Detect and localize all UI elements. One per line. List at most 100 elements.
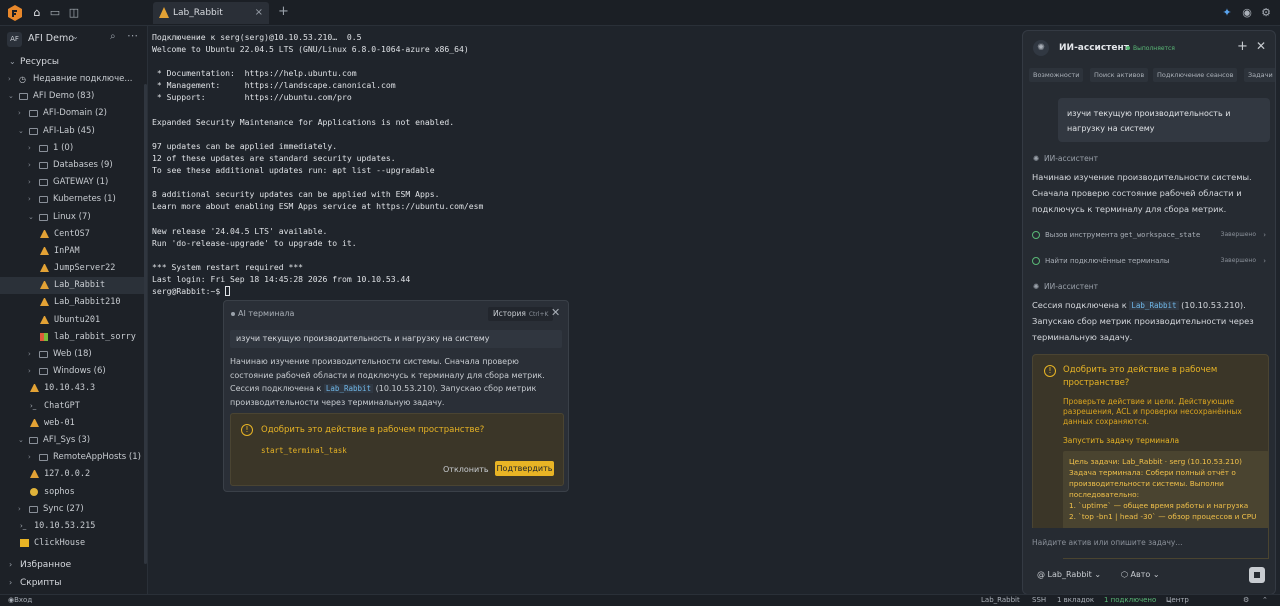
folder-icon[interactable]: ▭ <box>47 5 63 21</box>
chevron-right-icon[interactable]: › <box>28 174 31 191</box>
tree-item[interactable]: › AFI-Domain (2) <box>0 105 146 122</box>
tree-item-label: Ubuntu201 <box>54 314 101 325</box>
popup-response-2a: Сессия подключена к <box>230 384 324 393</box>
tree-item[interactable]: ⌄ AFI Demo (83) <box>0 88 146 105</box>
add-tab-button[interactable]: + <box>278 4 289 19</box>
history-label: История <box>493 309 526 318</box>
popup-title: AI терминала <box>238 309 295 318</box>
tab-tasks[interactable]: Задачи <box>1244 68 1275 82</box>
new-chat-icon[interactable]: + <box>1237 39 1248 54</box>
tab-lab-rabbit[interactable]: Lab_Rabbit × <box>153 2 269 24</box>
tree-item[interactable]: ⌄ AFI_Sys (3) <box>0 432 146 449</box>
tree-item[interactable]: › Sync (27) <box>0 501 146 518</box>
tree-item[interactable]: lab_rabbit_sorry <box>0 329 146 346</box>
tree-item[interactable]: Lab_Rabbit210 <box>0 294 146 311</box>
app-window: ⌂ ▭ ◫ Lab_Rabbit × + ✦ ◉ ⚙ AF AFI Demo ⌄… <box>0 0 1280 606</box>
home-icon[interactable]: ⌂ <box>29 5 45 21</box>
tab-asset-search[interactable]: Поиск активов <box>1090 68 1149 82</box>
approval-question: Одобрить это действие в рабочем простран… <box>1063 365 1218 388</box>
tool-prefix: Вызов инструмента <box>1045 231 1121 239</box>
tree-item[interactable]: › Databases (9) <box>0 157 146 174</box>
close-icon[interactable]: ✕ <box>551 306 560 319</box>
approval-question: Одобрить это действие в рабочем простран… <box>261 425 485 435</box>
expand-icon[interactable]: ⌃ <box>1262 595 1268 606</box>
tree-item[interactable]: › Web (18) <box>0 346 146 363</box>
chevron-down-icon[interactable]: ⌄ <box>18 123 24 140</box>
tree-item[interactable]: CentOS7 <box>0 226 146 243</box>
popup-response-2: Сессия подключена к Lab_Rabbit (10.10.53… <box>230 382 564 409</box>
tree-item[interactable]: › Kubernetes (1) <box>0 191 146 208</box>
approve-button[interactable]: Подтвердить <box>495 461 554 476</box>
chevron-down-icon[interactable]: ⌄ <box>8 88 14 105</box>
tree-item[interactable]: › RemoteAppHosts (1) <box>0 449 146 466</box>
chevron-right-icon[interactable]: › <box>18 501 21 518</box>
tool-call-workspace-state[interactable]: Вызов инструмента get_workspace_state За… <box>1032 228 1268 242</box>
target-selector[interactable]: @ Lab_Rabbit ⌄ <box>1037 570 1101 579</box>
terminal-output[interactable]: Подключение к serg(serg)@10.10.53.210… 0… <box>152 31 483 297</box>
chevron-right-icon[interactable]: › <box>28 191 31 208</box>
tree-item[interactable]: ClickHouse <box>0 535 146 552</box>
settings-icon[interactable]: ⚙ <box>1243 595 1249 606</box>
settings-icon[interactable]: ⚙ <box>1258 5 1274 21</box>
connected-count: 1 подключено <box>1104 596 1157 604</box>
section-resources[interactable]: ⌄ Ресурсы <box>0 53 146 71</box>
tree-item[interactable]: ⌄ AFI-Lab (45) <box>0 123 146 140</box>
tree-item[interactable]: › ◷ Недавние подключе... <box>0 71 146 88</box>
tree-item[interactable]: › GATEWAY (1) <box>0 174 146 191</box>
tree-item[interactable]: JumpServer22 <box>0 260 146 277</box>
chevron-right-icon[interactable]: › <box>28 157 31 174</box>
mode-selector[interactable]: ⬡ Авто ⌄ <box>1121 570 1160 579</box>
panel-toggle-icon[interactable]: ◫ <box>66 5 82 21</box>
run-terminal-task-link[interactable]: Запустить задачу терминала <box>1063 436 1179 445</box>
tree-item-label: Kubernetes (1) <box>53 194 116 205</box>
chevron-right-icon[interactable]: › <box>28 346 31 363</box>
tool-call-find-terminals[interactable]: Найти подключённые терминалы Завершено › <box>1032 254 1268 268</box>
tree-item[interactable]: ›_ ChatGPT <box>0 398 146 415</box>
reject-button[interactable]: Отклонить <box>443 462 489 477</box>
user-icon[interactable]: ◉ <box>1239 5 1255 21</box>
tree-item[interactable]: 127.0.0.2 <box>0 466 146 483</box>
sidebar-scrollbar[interactable] <box>144 84 147 564</box>
chevron-right-icon[interactable]: › <box>28 140 31 157</box>
workspace-name[interactable]: AFI Demo <box>28 33 74 44</box>
section-scripts-label: Скрипты <box>20 578 62 588</box>
assistant-panel: ✺ ИИ-ассистент Выполняется + ✕ Возможнос… <box>1022 30 1276 595</box>
windows-icon <box>40 332 48 341</box>
send-button[interactable] <box>1249 567 1265 583</box>
tree-item[interactable]: Ubuntu201 <box>0 312 146 329</box>
history-button[interactable]: История Ctrl+K <box>488 307 554 321</box>
tab-session-connect[interactable]: Подключение сеансов <box>1153 68 1238 82</box>
transfer-center[interactable]: Центр передачи ⌄ <box>1166 595 1189 606</box>
ai-sparkle-icon[interactable]: ✦ <box>1219 5 1235 21</box>
tree-item[interactable]: web-01 <box>0 415 146 432</box>
chevron-right-icon[interactable]: › <box>18 105 21 122</box>
section-favorites[interactable]: › Избранное <box>0 556 146 574</box>
tree-item[interactable]: 10.10.43.3 <box>0 380 146 397</box>
tree-item-label: AFI_Sys (3) <box>43 434 91 445</box>
search-icon[interactable]: ⌕ <box>110 31 116 42</box>
chevron-right-icon[interactable]: › <box>28 449 31 466</box>
more-icon[interactable]: ⋯ <box>127 29 138 42</box>
tree-item[interactable]: › 1 (0) <box>0 140 146 157</box>
chevron-down-icon[interactable]: ⌄ <box>18 432 24 449</box>
chevron-down-icon[interactable]: ⌄ <box>72 32 79 41</box>
chevron-right-icon[interactable]: › <box>28 363 31 380</box>
tree-item[interactable]: ›_ 10.10.53.215 <box>0 518 146 535</box>
close-icon[interactable]: ✕ <box>1256 39 1266 53</box>
session-chip[interactable]: Lab_Rabbit <box>1129 301 1179 310</box>
tree-item[interactable]: InPAM <box>0 243 146 260</box>
linux-icon <box>30 470 39 479</box>
chevron-down-icon[interactable]: ⌄ <box>28 209 34 226</box>
tab-close-icon[interactable]: × <box>255 2 263 24</box>
session-chip[interactable]: Lab_Rabbit <box>323 384 374 393</box>
tree-item[interactable]: ⌄ Linux (7) <box>0 209 146 226</box>
assistant-input[interactable]: Найдите актив или опишите задачу... <box>1032 528 1268 558</box>
tree-item[interactable]: sophos <box>0 484 146 501</box>
tree-item[interactable]: › Windows (6) <box>0 363 146 380</box>
chevron-right-icon[interactable]: › <box>8 71 11 88</box>
workspace-switcher[interactable]: AF AFI Demo ⌄ ⌕ ⋯ <box>0 26 148 52</box>
linux-icon <box>30 418 39 427</box>
tree-item[interactable]: Lab_Rabbit <box>0 277 146 295</box>
tab-capabilities[interactable]: Возможности <box>1029 68 1084 82</box>
section-scripts[interactable]: › Скрипты <box>0 574 146 592</box>
